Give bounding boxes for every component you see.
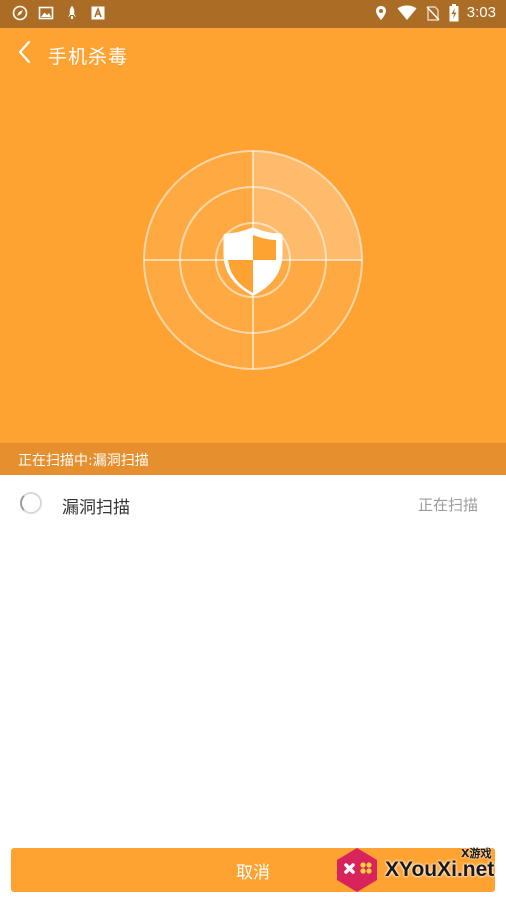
scan-status-text: 正在扫描中:漏洞扫描 [18,453,149,469]
chevron-left-icon [17,40,31,68]
gamepad-logo-icon [337,848,377,892]
scan-item-label: 漏洞扫描 [62,498,130,518]
back-button[interactable] [12,40,36,68]
status-bar-system: 3:03 [373,3,496,21]
no-sim-icon [425,5,441,21]
page-title: 手机杀毒 [48,46,129,68]
status-bar: 3:03 [0,0,506,28]
radar-scanner [142,149,364,371]
scan-status-bar: 正在扫描中:漏洞扫描 [0,443,506,475]
cancel-button-label: 取消 [236,862,270,883]
status-bar-notifications [12,5,106,21]
header: 手机杀毒 [0,28,506,443]
status-time: 3:03 [466,4,496,21]
list-item: 漏洞扫描 正在扫描 [0,475,506,533]
compass-icon [12,5,28,21]
watermark-site: XYouXi.net [385,858,495,881]
location-icon [373,5,389,21]
rocket-icon [64,5,80,21]
watermark-logo: X游戏 XYouXi.net [333,840,503,898]
font-icon [90,5,106,21]
battery-charging-icon [449,3,459,21]
wifi-icon [397,5,417,21]
image-icon [38,5,54,21]
loading-spinner-icon [20,492,42,514]
scan-item-status: 正在扫描 [417,496,478,514]
